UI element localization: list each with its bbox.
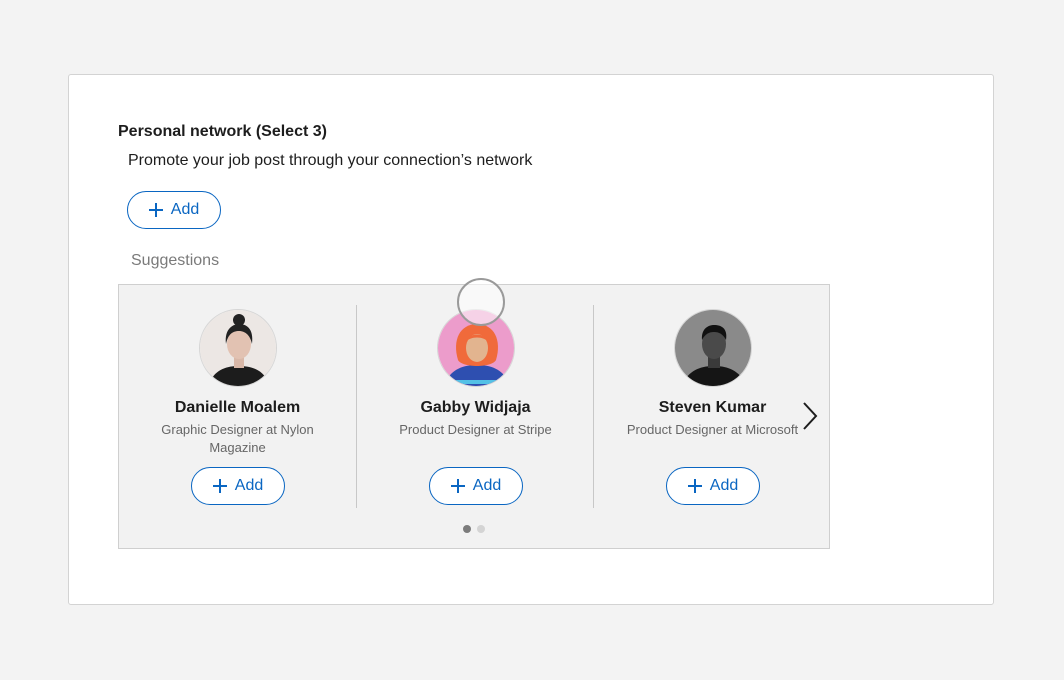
add-person-button[interactable]: Add bbox=[666, 467, 760, 505]
plus-icon bbox=[148, 203, 163, 217]
job-promotion-card: Personal network (Select 3) Promote your… bbox=[68, 74, 994, 605]
person-name: Gabby Widjaja bbox=[420, 399, 531, 416]
suggestion-card: Danielle Moalem Graphic Designer at Nylo… bbox=[119, 285, 356, 515]
add-button-label: Add bbox=[170, 201, 200, 218]
suggestions-carousel: Danielle Moalem Graphic Designer at Nylo… bbox=[118, 284, 830, 549]
avatar bbox=[199, 309, 277, 387]
add-button-label: Add bbox=[709, 477, 739, 494]
avatar bbox=[674, 309, 752, 387]
page-dot[interactable] bbox=[477, 525, 485, 533]
avatar bbox=[437, 309, 515, 387]
plus-icon bbox=[687, 479, 702, 493]
suggestions-label: Suggestions bbox=[131, 252, 220, 269]
add-person-button[interactable]: Add bbox=[191, 467, 285, 505]
add-connection-button[interactable]: Add bbox=[127, 191, 221, 229]
suggestion-card: Gabby Widjaja Product Designer at Stripe… bbox=[357, 285, 594, 515]
person-title: Graphic Designer at Nylon Magazine bbox=[161, 422, 314, 455]
person-name: Steven Kumar bbox=[658, 399, 767, 416]
carousel-pagination bbox=[463, 525, 485, 533]
person-name: Danielle Moalem bbox=[174, 399, 301, 416]
add-button-label: Add bbox=[472, 477, 502, 494]
add-person-button[interactable]: Add bbox=[429, 467, 523, 505]
page-dot-active[interactable] bbox=[463, 525, 471, 533]
suggestion-card: Steven Kumar Product Designer at Microso… bbox=[594, 285, 831, 515]
person-title: Product Designer at Microsoft bbox=[626, 422, 799, 437]
plus-icon bbox=[212, 479, 227, 493]
section-subtitle: Promote your job post through your conne… bbox=[128, 152, 533, 169]
add-button-label: Add bbox=[234, 477, 264, 494]
plus-icon bbox=[450, 479, 465, 493]
chevron-right-icon[interactable] bbox=[797, 399, 821, 433]
person-title: Product Designer at Stripe bbox=[399, 422, 552, 437]
section-title: Personal network (Select 3) bbox=[118, 123, 327, 140]
